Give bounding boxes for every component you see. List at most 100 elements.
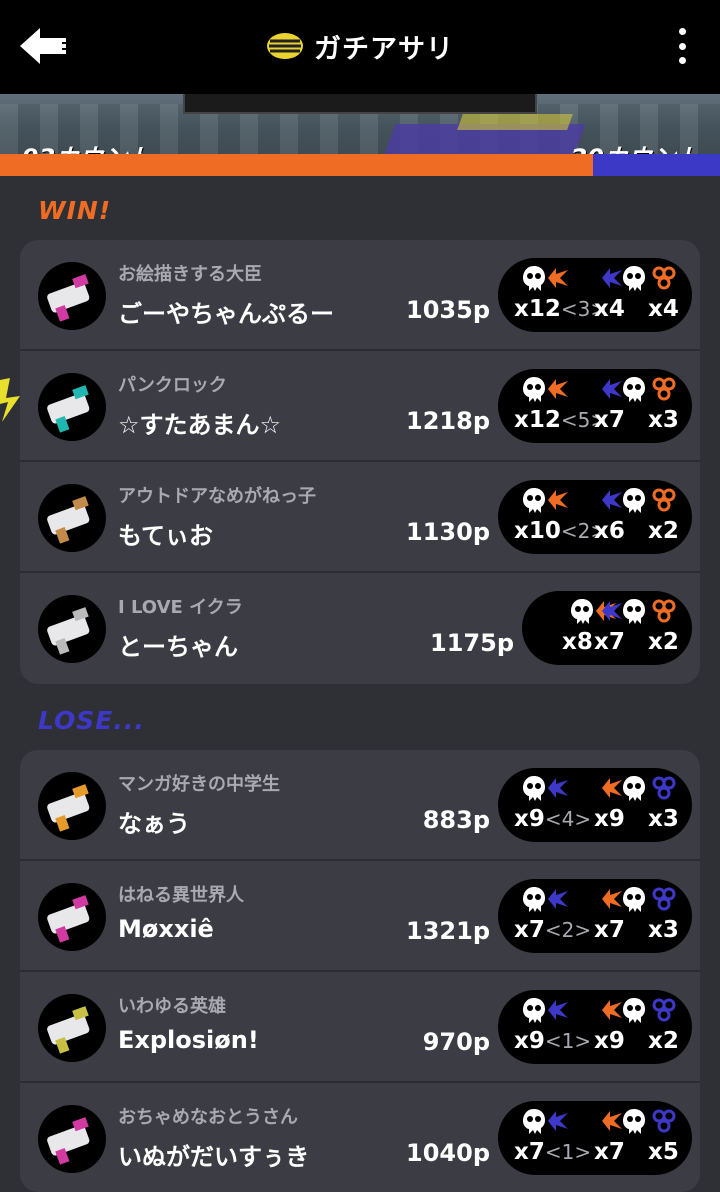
player-title: パンクロック (118, 375, 227, 396)
clam-blitz-icon (267, 33, 303, 59)
more-vertical-icon (678, 28, 686, 35)
turf-points: 970p (422, 1028, 490, 1056)
player-title: いわゆる英雄 (118, 996, 226, 1017)
special-uses-count: x4 (648, 296, 679, 322)
kills-count: x8 (562, 629, 593, 655)
kill-splat-icon (544, 996, 572, 1024)
player-name: いぬがだいすぅき (118, 1143, 310, 1171)
kill-splat-icon (544, 885, 572, 913)
specials-count: x9 (594, 1028, 625, 1054)
stats-pill: x9<4> x9 x3 (498, 768, 692, 842)
player-name: もてぃお (118, 522, 214, 550)
more-menu-button[interactable] (674, 26, 690, 66)
win-section-label: WIN! (38, 196, 112, 225)
player-name: なぁう (118, 810, 190, 838)
special-squid-icon (620, 375, 648, 403)
lose-team-panel: マンガ好きの中学生 なぁう 883p x9<4> x9 x3 はねる異世界人 Møxxiê 13… (20, 750, 700, 1192)
special-uses-count: x2 (648, 629, 679, 655)
player-name: Møxxiê (118, 915, 214, 943)
player-row[interactable]: アウトドアなめがねっ子 もてぃお 1130p x10<2> x6 x2 (20, 462, 700, 573)
special-squid-icon (620, 597, 648, 625)
special-uses-count: x5 (648, 1139, 679, 1165)
special-weapon-icon (650, 996, 678, 1024)
specials-count: x4 (594, 296, 625, 322)
player-name: Explosiøn! (118, 1026, 259, 1054)
kill-splat-icon (544, 486, 572, 514)
special-uses-count: x3 (648, 917, 679, 943)
special-weapon-icon (650, 375, 678, 403)
page-title: ガチアサリ (314, 33, 454, 65)
special-weapon-icon (650, 597, 678, 625)
turf-points: 1040p (406, 1139, 490, 1167)
specials-count: x7 (594, 629, 625, 655)
turf-points: 1321p (406, 917, 490, 945)
special-squid-icon (620, 486, 648, 514)
player-row[interactable]: マンガ好きの中学生なぁう 883p x9<4> x9 x3 (20, 750, 700, 861)
special-weapon-icon (650, 885, 678, 913)
player-row[interactable]: パンクロック ☆すたあまん☆ 1218p x12<5> x7 x3 (20, 351, 700, 462)
player-title: I LOVE イクラ (118, 597, 243, 618)
special-uses-count: x3 (648, 806, 679, 832)
player-title: アウトドアなめがねっ子 (118, 486, 316, 507)
special-squid-icon (620, 264, 648, 292)
top-bar: ガチアサリ (0, 0, 720, 94)
kills-count: x9<1> (514, 1028, 592, 1054)
player-name: ごーやちゃんぷるー (118, 300, 334, 328)
player-row[interactable]: I LOVE イクラとーちゃん 1175p x8 x7 x2 (20, 573, 700, 684)
specials-count: x9 (594, 806, 625, 832)
kills-count: x9<4> (514, 806, 592, 832)
turf-points: 1218p (406, 407, 490, 435)
special-uses-count: x3 (648, 407, 679, 433)
specials-count: x7 (594, 1139, 625, 1165)
turf-points: 1175p (430, 629, 514, 657)
assists-count: <1> (544, 1029, 592, 1053)
player-title: はねる異世界人 (118, 885, 244, 906)
kills-count: x7<2> (514, 917, 592, 943)
special-squid-icon (620, 885, 648, 913)
assists-count: <1> (544, 1140, 592, 1164)
special-weapon-icon (650, 774, 678, 802)
stats-pill: x8 x7 x2 (522, 591, 692, 665)
special-weapon-icon (650, 486, 678, 514)
special-squid-icon (620, 1107, 648, 1135)
turf-points: 1035p (406, 296, 490, 324)
kill-splat-icon (544, 264, 572, 292)
special-squid-icon (620, 774, 648, 802)
turf-points: 883p (422, 806, 490, 834)
lightning-mark-icon (0, 378, 20, 422)
special-squid-icon (620, 996, 648, 1024)
special-uses-count: x2 (648, 1028, 679, 1054)
weapon-icon (38, 1105, 106, 1173)
kill-splat-icon (544, 1107, 572, 1135)
player-row[interactable]: はねる異世界人 Møxxiê 1321p x7<2> x7 x3 (20, 861, 700, 972)
special-weapon-icon (650, 1107, 678, 1135)
player-title: お絵描きする大臣 (118, 264, 262, 285)
kills-count: x7<1> (514, 1139, 592, 1165)
stats-pill: x10<2> x6 x2 (498, 480, 692, 554)
player-row[interactable]: おちゃめなおとうさんいぬがだいすぅき 1040p x7<1> x7 x5 (20, 1083, 700, 1192)
weapon-icon (38, 484, 106, 552)
special-weapon-icon (650, 264, 678, 292)
player-title: おちゃめなおとうさん (118, 1107, 298, 1128)
weapon-icon (38, 373, 106, 441)
stats-pill: x9<1> x9 x2 (498, 990, 692, 1064)
assists-count: <4> (544, 807, 592, 831)
specials-count: x6 (594, 518, 625, 544)
kill-splat-icon (544, 375, 572, 403)
win-team-panel: お絵描きする大臣 ごーやちゃんぷるー 1035p x12<3> x4 x4 パンクロック ☆す… (20, 240, 700, 684)
stats-pill: x12<3> x4 x4 (498, 258, 692, 332)
weapon-icon (38, 262, 106, 330)
specials-count: x7 (594, 407, 625, 433)
kill-splat-icon (544, 774, 572, 802)
player-row[interactable]: いわゆる英雄 Explosiøn! 970p x9<1> x9 x2 (20, 972, 700, 1083)
lose-section-label: LOSE... (38, 706, 145, 735)
stats-pill: x12<5> x7 x3 (498, 369, 692, 443)
weapon-icon (38, 883, 106, 951)
player-row[interactable]: お絵描きする大臣 ごーやちゃんぷるー 1035p x12<3> x4 x4 (20, 240, 700, 351)
stats-pill: x7<2> x7 x3 (498, 879, 692, 953)
player-name: ☆すたあまん☆ (118, 411, 282, 439)
player-title: マンガ好きの中学生 (118, 774, 280, 795)
player-name: とーちゃん (118, 633, 238, 661)
special-uses-count: x2 (648, 518, 679, 544)
turf-points: 1130p (406, 518, 490, 546)
